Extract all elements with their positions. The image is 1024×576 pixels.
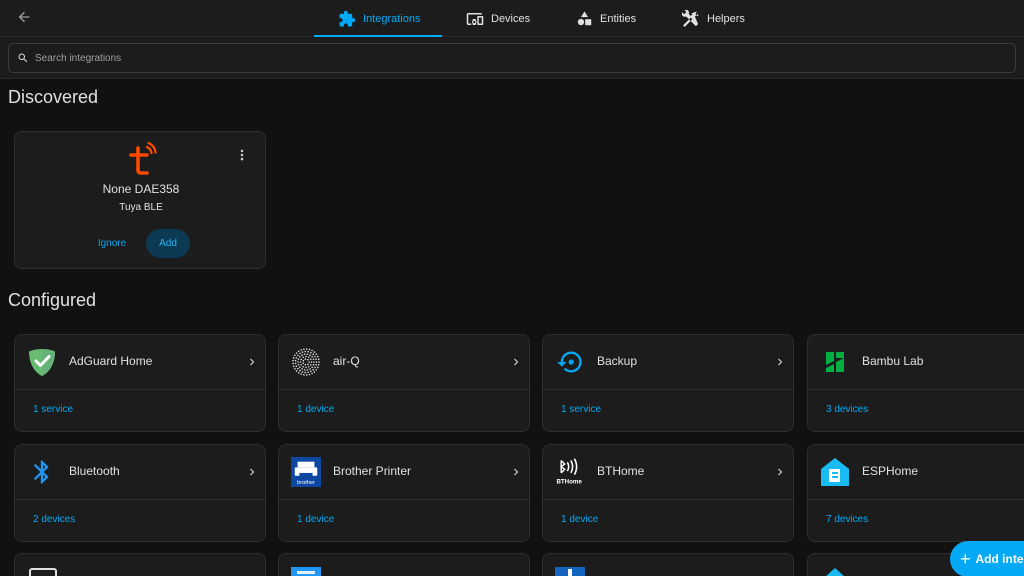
ignore-button[interactable]: Ignore [87, 229, 137, 257]
chevron-right-icon [778, 468, 783, 476]
integration-card[interactable] [14, 553, 266, 576]
shapes-icon [577, 11, 592, 26]
integration-card-air-q[interactable]: air-Q 1 device [278, 334, 530, 432]
dots-vertical-icon [240, 149, 244, 161]
search-bar [0, 37, 1024, 79]
adguard-icon [27, 347, 57, 377]
search-box[interactable] [8, 43, 1016, 73]
app-icon [555, 567, 585, 576]
card-divider [15, 389, 265, 390]
monitor-icon [29, 568, 57, 576]
integration-card-adguard-home[interactable]: AdGuard Home 1 service [14, 334, 266, 432]
brother-icon: brother [291, 457, 321, 487]
search-icon [18, 53, 28, 63]
integration-card-backup[interactable]: Backup 1 service [542, 334, 794, 432]
tab-label: Helpers [707, 12, 745, 25]
entry-count-link[interactable]: 3 devices [826, 404, 868, 415]
svg-text:brother: brother [297, 480, 315, 486]
tab-devices[interactable]: Devices [466, 0, 530, 37]
chevron-right-icon [250, 468, 255, 476]
top-bar: Integrations Devices Entities Helpers [0, 0, 1024, 37]
tab-label: Devices [491, 12, 531, 25]
integration-name: Brother Printer [333, 464, 412, 478]
card-divider [15, 499, 265, 500]
chevron-right-icon [250, 358, 255, 366]
arrow-left-icon [18, 11, 30, 23]
integration-card[interactable] [278, 553, 530, 576]
puzzle-icon [339, 10, 356, 26]
integration-card-bluetooth[interactable]: Bluetooth 2 devices [14, 444, 266, 542]
entry-count-link[interactable]: 2 devices [33, 514, 75, 525]
tab-helpers[interactable]: Helpers [682, 0, 745, 37]
tuya-logo [129, 142, 157, 175]
tab-integrations[interactable]: Integrations [338, 0, 420, 37]
integration-name: Backup [597, 354, 638, 368]
discovered-heading: Discovered [8, 87, 99, 107]
entry-count-link[interactable]: 1 device [297, 404, 334, 415]
integration-name: Bluetooth [69, 464, 120, 478]
configured-heading: Configured [8, 290, 97, 310]
more-options-button[interactable] [233, 146, 251, 164]
integration-card[interactable] [542, 553, 794, 576]
svg-text:BTHome: BTHome [556, 478, 582, 485]
search-input[interactable] [35, 52, 935, 64]
chevron-right-icon [778, 358, 783, 366]
tab-label: Entities [600, 12, 637, 25]
plus-icon: + [960, 548, 971, 569]
add-integration-label: Add inte [975, 552, 1024, 566]
add-button[interactable]: Add [146, 229, 190, 258]
card-divider [279, 389, 529, 390]
card-divider [543, 499, 793, 500]
card-divider [543, 389, 793, 390]
card-divider [279, 499, 529, 500]
esphome-icon [820, 457, 850, 487]
backup-icon [555, 347, 585, 377]
devices-icon [466, 12, 484, 25]
bthome-icon: BTHome [555, 457, 585, 487]
integration-name: Bambu Lab [862, 354, 924, 368]
airq-icon [291, 347, 321, 377]
chevron-right-icon [514, 468, 519, 476]
entry-count-link[interactable]: 7 devices [826, 514, 868, 525]
bluetooth-icon [27, 457, 57, 487]
tools-icon [682, 9, 699, 27]
bambulab-icon [820, 347, 850, 377]
tab-label: Integrations [363, 12, 421, 25]
entry-count-link[interactable]: 1 device [297, 514, 334, 525]
tab-entities[interactable]: Entities [576, 0, 636, 37]
integration-name: AdGuard Home [69, 354, 153, 368]
back-button[interactable] [10, 4, 38, 30]
integration-card-bambu-lab[interactable]: Bambu Lab 3 devices [807, 334, 1024, 432]
integration-name: air-Q [333, 354, 360, 368]
discovered-integration-name: Tuya BLE [119, 202, 163, 213]
add-integration-button[interactable]: + Add inte [950, 541, 1024, 576]
chevron-right-icon [514, 358, 519, 366]
entry-count-link[interactable]: 1 device [561, 514, 598, 525]
integration-name: ESPHome [862, 464, 919, 478]
discovered-card: None DAE358 Tuya BLE Ignore Add [14, 131, 266, 269]
integration-card-brother-printer[interactable]: brother Brother Printer 1 device [278, 444, 530, 542]
card-divider [808, 389, 1024, 390]
home-icon [826, 568, 844, 576]
integration-card-esphome[interactable]: ESPHome 7 devices [807, 444, 1024, 542]
entry-count-link[interactable]: 1 service [561, 404, 601, 415]
discovered-device-name: None DAE358 [102, 182, 180, 196]
integration-name: BTHome [597, 464, 645, 478]
entry-count-link[interactable]: 1 service [33, 404, 73, 415]
card-divider [808, 499, 1024, 500]
integration-card-bthome[interactable]: BTHome BTHome 1 device [542, 444, 794, 542]
app-icon [291, 567, 321, 576]
